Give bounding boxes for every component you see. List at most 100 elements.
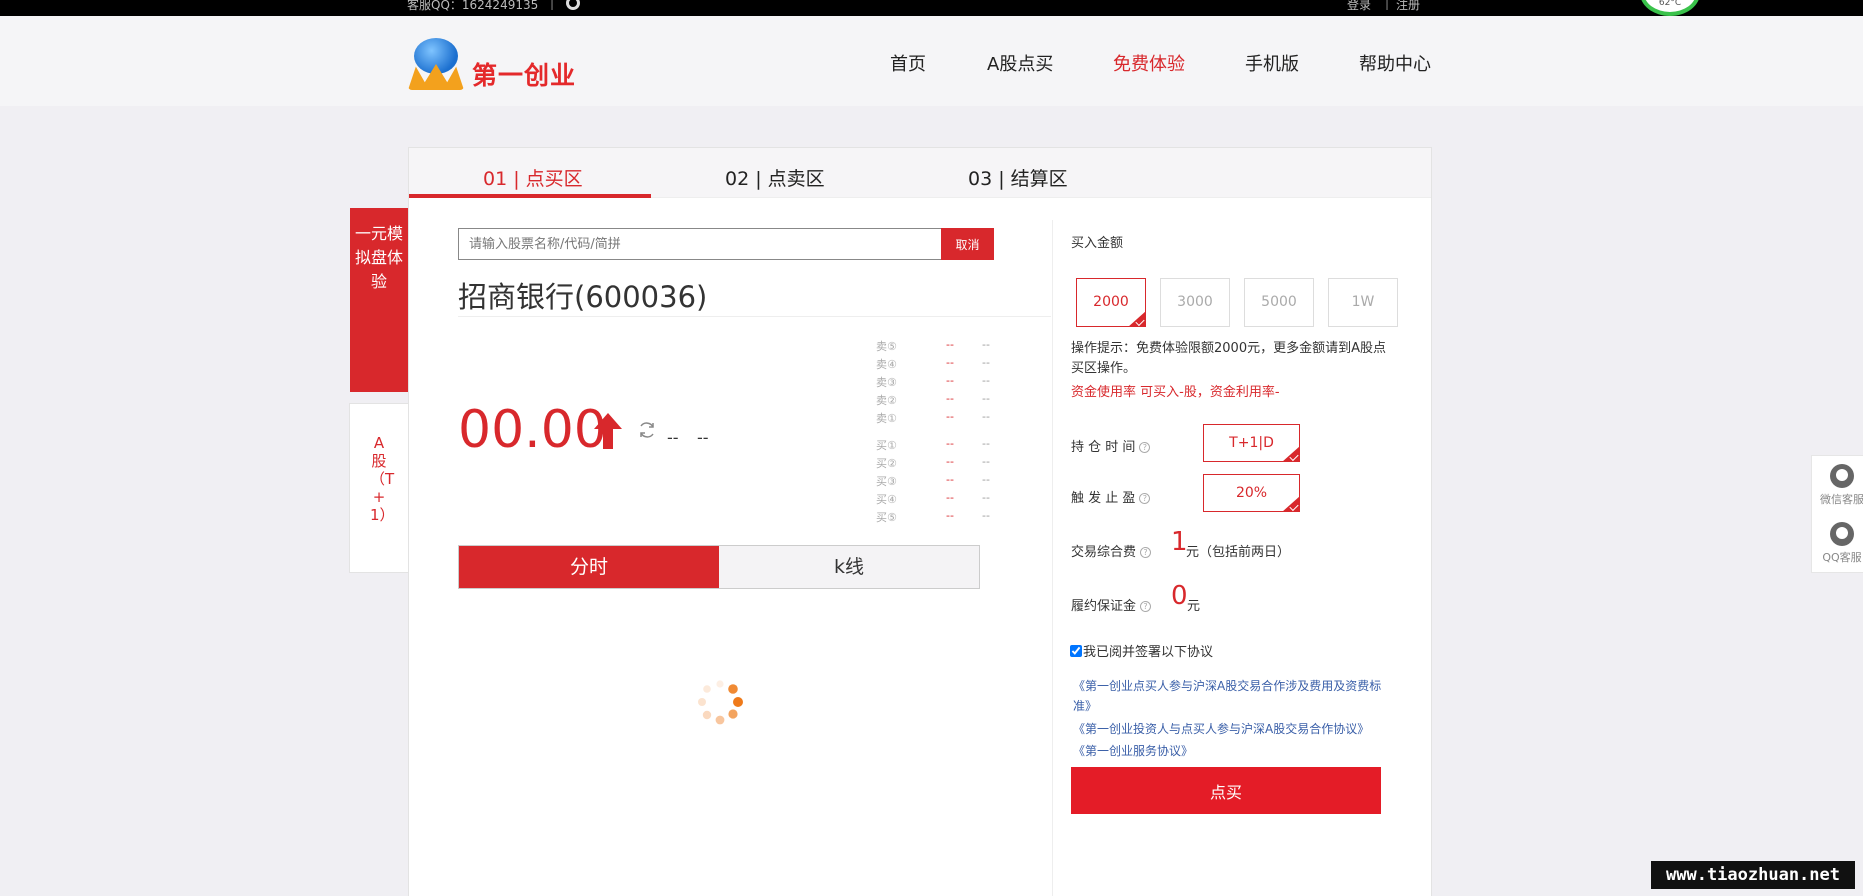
site-header: 第一创业 首页 A股点买 免费体验 手机版 帮助中心 bbox=[0, 16, 1863, 106]
hands-logo-icon bbox=[408, 64, 464, 90]
order-label: 卖③ bbox=[876, 376, 897, 389]
order-label: 买⑤ bbox=[876, 511, 897, 524]
hold-time-text: 持 仓 时 间 bbox=[1071, 440, 1136, 455]
arrow-up-icon bbox=[594, 413, 622, 449]
help-icon[interactable]: ? bbox=[1140, 601, 1152, 612]
deposit-value: 0 bbox=[1171, 581, 1188, 611]
order-volume: -- bbox=[982, 455, 990, 468]
order-price: -- bbox=[946, 356, 954, 369]
register-link[interactable]: 注册 bbox=[1396, 0, 1420, 13]
weibo-icon[interactable] bbox=[566, 0, 580, 10]
tab-settle-zone[interactable]: 03 | 结算区 bbox=[968, 164, 1068, 191]
nav-mobile[interactable]: 手机版 bbox=[1245, 50, 1299, 76]
order-book-row: 卖⑤ -- -- bbox=[876, 338, 1006, 354]
customer-qq: 客服QQ：1624249135 bbox=[407, 0, 539, 12]
tab-buy-zone[interactable]: 01 | 点买区 bbox=[483, 164, 583, 191]
login-link[interactable]: 登录 bbox=[1347, 0, 1371, 13]
hold-time-option[interactable]: T+1|D bbox=[1203, 424, 1300, 462]
order-price: -- bbox=[946, 338, 954, 351]
nav-home[interactable]: 首页 bbox=[890, 50, 926, 76]
active-tab-indicator bbox=[409, 194, 651, 198]
checkmark-icon bbox=[1282, 496, 1300, 512]
price-change: -- bbox=[667, 428, 679, 447]
headset-icon bbox=[1830, 464, 1854, 488]
take-profit-value: 20% bbox=[1235, 485, 1268, 501]
order-volume: -- bbox=[982, 491, 990, 504]
zone-tabs: 01 | 点买区 02 | 点卖区 03 | 结算区 bbox=[409, 148, 1431, 198]
cancel-button[interactable]: 取消 bbox=[941, 228, 994, 260]
qq-service[interactable]: QQ客服 bbox=[1812, 522, 1863, 565]
stock-search-input[interactable] bbox=[459, 229, 909, 259]
amount-option-5000[interactable]: 5000 bbox=[1244, 278, 1314, 327]
loading-spinner-icon bbox=[698, 680, 743, 725]
order-volume: -- bbox=[982, 437, 990, 450]
side-tab-a-share[interactable]: A股（T+1） bbox=[349, 403, 409, 573]
order-price: -- bbox=[946, 509, 954, 522]
amount-option-2000[interactable]: 2000 bbox=[1076, 278, 1146, 327]
deposit-text: 履约保证金 bbox=[1071, 599, 1137, 614]
order-label: 买② bbox=[876, 457, 897, 470]
service-agreement-link[interactable]: 《第一创业服务协议》 bbox=[1073, 741, 1393, 761]
order-label: 买① bbox=[876, 439, 897, 452]
amount-option-3000[interactable]: 3000 bbox=[1160, 278, 1230, 327]
wechat-service-label: 微信客服 bbox=[1820, 493, 1863, 506]
order-label: 买④ bbox=[876, 493, 897, 506]
order-price: -- bbox=[946, 410, 954, 423]
tab-intraday[interactable]: 分时 bbox=[459, 546, 719, 588]
order-book-row: 卖② -- -- bbox=[876, 392, 1006, 408]
order-price: -- bbox=[946, 392, 954, 405]
amount-option-label: 2000 bbox=[1093, 294, 1129, 310]
nav-help-center[interactable]: 帮助中心 bbox=[1359, 50, 1431, 76]
order-label: 卖④ bbox=[876, 358, 897, 371]
brand-name: 第一创业 bbox=[472, 61, 577, 90]
order-volume: -- bbox=[982, 473, 990, 486]
nav-a-share-buy[interactable]: A股点买 bbox=[987, 50, 1053, 76]
order-volume: -- bbox=[982, 374, 990, 387]
take-profit-label: 触 发 止 盈? bbox=[1071, 487, 1151, 506]
topbar-separator: | bbox=[550, 0, 555, 10]
tab-sell-zone[interactable]: 02 | 点卖区 bbox=[725, 164, 825, 191]
agreement-checkbox[interactable] bbox=[1070, 645, 1082, 657]
wechat-service[interactable]: 微信客服 bbox=[1812, 464, 1863, 507]
refresh-icon[interactable] bbox=[637, 420, 657, 440]
title-divider bbox=[458, 316, 1051, 317]
login-separator: | bbox=[1385, 0, 1390, 10]
order-book-row: 买① -- -- bbox=[876, 437, 1006, 453]
order-volume: -- bbox=[982, 392, 990, 405]
fee-standard-link[interactable]: 《第一创业点买人参与沪深A股交易合作涉及费用及资费标准》 bbox=[1073, 676, 1393, 716]
tab-kline[interactable]: k线 bbox=[719, 546, 979, 588]
agreement-row: 我已阅并签署以下协议 bbox=[1070, 641, 1213, 660]
price-change-percent: -- bbox=[697, 428, 709, 447]
cooperation-agreement-link[interactable]: 《第一创业投资人与点买人参与沪深A股交易合作协议》 bbox=[1073, 719, 1393, 739]
order-label: 卖⑤ bbox=[876, 340, 897, 353]
top-bar: 客服QQ：1624249135 | 登录 | 注册 62°C bbox=[0, 0, 1863, 16]
stock-title: 招商银行(600036) bbox=[458, 280, 708, 314]
order-volume: -- bbox=[982, 338, 990, 351]
take-profit-option[interactable]: 20% bbox=[1203, 474, 1300, 512]
fee-unit: 元（包括前两日） bbox=[1186, 545, 1291, 560]
order-book-row: 买③ -- -- bbox=[876, 473, 1006, 489]
buy-button[interactable]: 点买 bbox=[1071, 767, 1381, 814]
amount-option-1w[interactable]: 1W bbox=[1328, 278, 1398, 327]
fee-label: 交易综合费? bbox=[1071, 541, 1152, 560]
temperature-value: 62°C bbox=[1658, 0, 1682, 8]
order-label: 买③ bbox=[876, 475, 897, 488]
order-book-row: 卖③ -- -- bbox=[876, 374, 1006, 390]
order-book-row: 买② -- -- bbox=[876, 455, 1006, 471]
nav-free-trial[interactable]: 免费体验 bbox=[1113, 50, 1185, 76]
help-icon[interactable]: ? bbox=[1139, 442, 1151, 453]
help-icon[interactable]: ? bbox=[1139, 493, 1151, 504]
help-icon[interactable]: ? bbox=[1140, 547, 1152, 558]
order-book-row: 买④ -- -- bbox=[876, 491, 1006, 507]
site-logo[interactable]: 第一创业 bbox=[408, 36, 588, 96]
column-divider bbox=[1052, 220, 1053, 896]
order-label: 卖① bbox=[876, 412, 897, 425]
service-float: 微信客服 QQ客服 bbox=[1811, 455, 1863, 573]
checkmark-icon bbox=[1282, 446, 1300, 462]
operation-tip: 操作提示：免费体验限额2000元，更多金额请到A股点买区操作。 bbox=[1071, 341, 1386, 376]
agreement-text: 我已阅并签署以下协议 bbox=[1083, 645, 1214, 660]
take-profit-text: 触 发 止 盈 bbox=[1071, 491, 1136, 506]
side-tab-trial[interactable]: 一元模拟盘体验 bbox=[350, 208, 408, 392]
hold-time-value: T+1|D bbox=[1229, 435, 1274, 451]
chart-type-tabs: 分时 k线 bbox=[458, 545, 980, 589]
